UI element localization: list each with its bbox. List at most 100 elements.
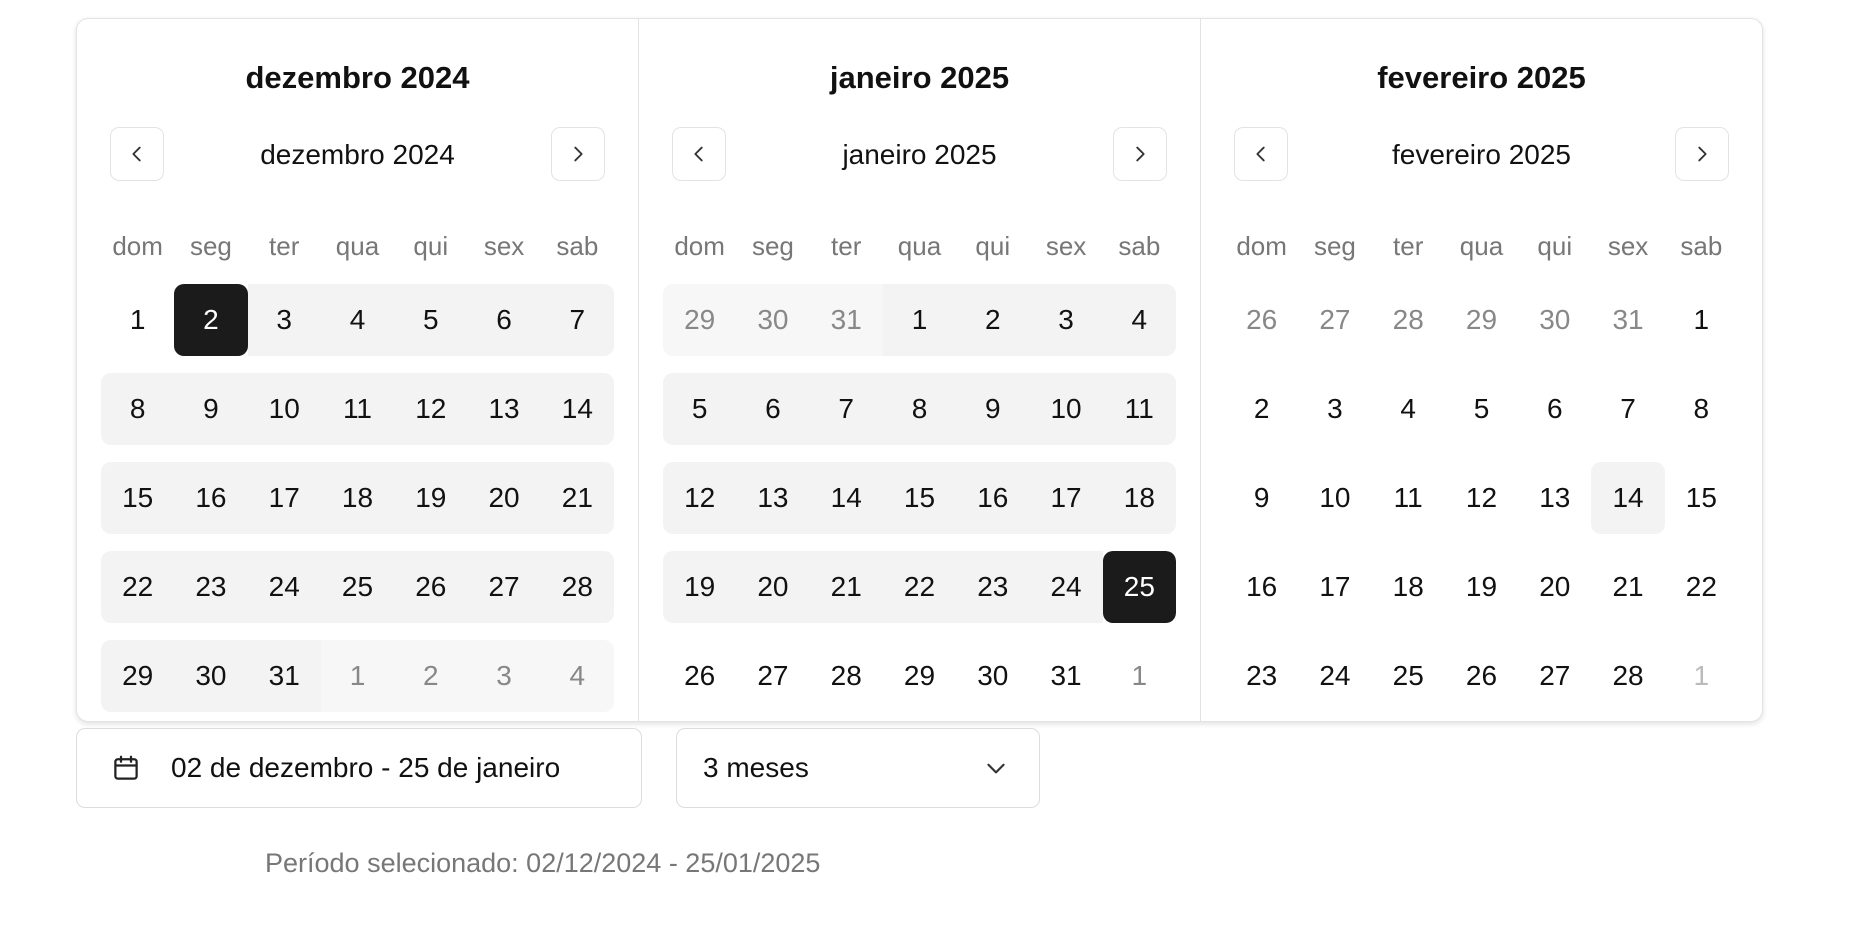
day-cell[interactable]: 8 (882, 373, 957, 445)
day-cell[interactable]: 28 (1591, 640, 1664, 712)
day-cell[interactable]: 28 (540, 551, 614, 623)
day-cell[interactable]: 18 (1102, 462, 1176, 534)
day-cell[interactable]: 26 (1445, 640, 1518, 712)
day-cell[interactable]: 14 (1591, 462, 1665, 534)
day-cell[interactable]: 15 (1665, 462, 1738, 534)
day-cell-selected[interactable]: 2 (174, 284, 248, 356)
next-month-button[interactable] (1675, 127, 1729, 181)
day-cell[interactable]: 20 (1518, 551, 1591, 623)
day-cell[interactable]: 21 (1591, 551, 1664, 623)
day-cell[interactable]: 13 (1518, 462, 1591, 534)
day-cell[interactable]: 27 (1518, 640, 1591, 712)
day-cell[interactable]: 8 (1665, 373, 1738, 445)
previous-month-button[interactable] (1234, 127, 1288, 181)
day-cell[interactable]: 3 (1029, 284, 1103, 356)
day-cell[interactable]: 12 (394, 373, 468, 445)
day-cell[interactable]: 29 (1445, 284, 1518, 356)
day-cell[interactable]: 31 (247, 640, 321, 712)
day-cell[interactable]: 29 (883, 640, 956, 712)
day-cell[interactable]: 24 (1298, 640, 1371, 712)
day-cell[interactable]: 12 (663, 462, 737, 534)
day-cell[interactable]: 16 (174, 462, 248, 534)
day-cell[interactable]: 23 (956, 551, 1030, 623)
day-cell[interactable]: 25 (1372, 640, 1445, 712)
day-cell[interactable]: 4 (320, 284, 395, 356)
day-cell[interactable]: 22 (1665, 551, 1738, 623)
day-cell[interactable]: 6 (736, 373, 810, 445)
day-cell[interactable]: 10 (1029, 373, 1103, 445)
day-cell[interactable]: 29 (101, 640, 175, 712)
day-cell[interactable]: 19 (1445, 551, 1518, 623)
day-cell[interactable]: 12 (1445, 462, 1518, 534)
day-cell[interactable]: 11 (1372, 462, 1445, 534)
day-cell[interactable]: 25 (320, 551, 395, 623)
day-cell[interactable]: 20 (467, 462, 541, 534)
day-cell[interactable]: 10 (247, 373, 321, 445)
day-cell[interactable]: 27 (1298, 284, 1371, 356)
day-cell[interactable]: 5 (1445, 373, 1518, 445)
day-cell[interactable]: 19 (663, 551, 737, 623)
day-cell[interactable]: 30 (956, 640, 1029, 712)
day-cell[interactable]: 27 (736, 640, 809, 712)
day-cell[interactable]: 30 (736, 284, 810, 356)
day-cell[interactable]: 1 (320, 640, 395, 712)
day-cell[interactable]: 30 (174, 640, 248, 712)
day-cell[interactable]: 26 (663, 640, 736, 712)
day-cell[interactable]: 1 (882, 284, 957, 356)
day-cell[interactable]: 4 (540, 640, 614, 712)
day-cell[interactable]: 30 (1518, 284, 1591, 356)
day-cell[interactable]: 7 (540, 284, 614, 356)
day-cell[interactable]: 7 (809, 373, 883, 445)
previous-month-button[interactable] (672, 127, 726, 181)
day-cell[interactable]: 5 (394, 284, 468, 356)
day-cell[interactable]: 6 (467, 284, 541, 356)
day-cell[interactable]: 18 (1372, 551, 1445, 623)
day-cell[interactable]: 2 (1225, 373, 1298, 445)
day-cell[interactable]: 28 (1372, 284, 1445, 356)
day-cell[interactable]: 23 (174, 551, 248, 623)
day-cell[interactable]: 21 (540, 462, 614, 534)
day-cell[interactable]: 24 (247, 551, 321, 623)
day-cell[interactable]: 19 (394, 462, 468, 534)
day-cell[interactable]: 24 (1029, 551, 1103, 623)
day-cell[interactable]: 22 (882, 551, 957, 623)
day-cell[interactable]: 11 (1102, 373, 1176, 445)
day-cell[interactable]: 15 (882, 462, 957, 534)
next-month-button[interactable] (1113, 127, 1167, 181)
day-cell[interactable]: 28 (810, 640, 883, 712)
day-cell[interactable]: 14 (809, 462, 883, 534)
day-cell[interactable]: 31 (1029, 640, 1102, 712)
next-month-button[interactable] (551, 127, 605, 181)
day-cell[interactable]: 8 (101, 373, 175, 445)
day-cell[interactable]: 2 (394, 640, 468, 712)
day-cell[interactable]: 4 (1372, 373, 1445, 445)
day-cell[interactable]: 1 (1665, 284, 1738, 356)
day-cell[interactable]: 18 (320, 462, 395, 534)
date-range-input[interactable]: 02 de dezembro - 25 de janeiro (76, 728, 642, 808)
previous-month-button[interactable] (110, 127, 164, 181)
day-cell[interactable]: 10 (1298, 462, 1371, 534)
day-cell[interactable]: 21 (809, 551, 883, 623)
day-cell[interactable]: 26 (1225, 284, 1298, 356)
day-cell[interactable]: 17 (1029, 462, 1103, 534)
day-cell[interactable]: 17 (1298, 551, 1371, 623)
day-cell-selected[interactable]: 25 (1102, 551, 1176, 623)
day-cell[interactable]: 9 (174, 373, 248, 445)
day-cell[interactable]: 1 (1103, 640, 1176, 712)
day-cell[interactable]: 3 (1298, 373, 1371, 445)
day-cell[interactable]: 16 (956, 462, 1030, 534)
day-cell[interactable]: 4 (1102, 284, 1176, 356)
day-cell[interactable]: 29 (663, 284, 737, 356)
day-cell[interactable]: 20 (736, 551, 810, 623)
day-cell[interactable]: 17 (247, 462, 321, 534)
day-cell[interactable]: 14 (540, 373, 614, 445)
day-cell[interactable]: 31 (1591, 284, 1664, 356)
day-cell[interactable]: 3 (247, 284, 321, 356)
day-cell[interactable]: 1 (101, 284, 174, 356)
day-cell[interactable]: 15 (101, 462, 175, 534)
day-cell[interactable]: 13 (736, 462, 810, 534)
day-cell[interactable]: 31 (809, 284, 883, 356)
day-cell[interactable]: 1 (1665, 640, 1738, 712)
day-cell[interactable]: 5 (663, 373, 737, 445)
day-cell[interactable]: 22 (101, 551, 175, 623)
